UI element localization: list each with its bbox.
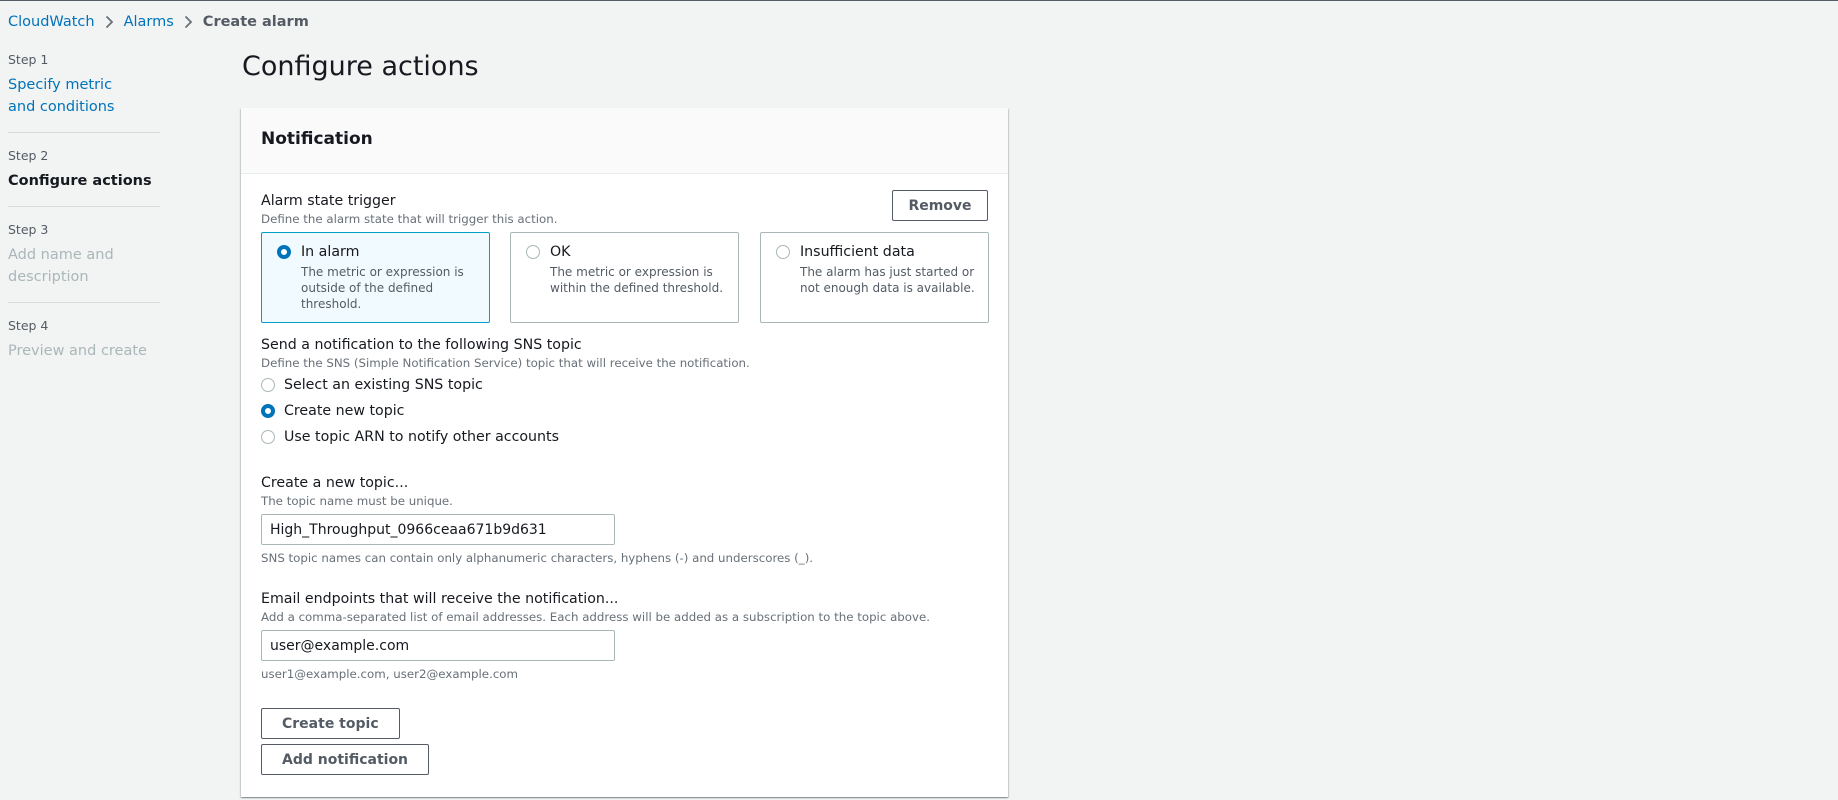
radio-unselected-icon[interactable] [776,245,790,259]
tile-description: The metric or expression is within the d… [550,265,724,295]
wizard-steps: Step 1 Specify metric and conditions Ste… [8,51,160,390]
tile-ok[interactable]: OK The metric or expression is within th… [510,232,739,323]
tile-label: Insufficient data [800,244,915,260]
email-endpoints-label: Email endpoints that will receive the no… [261,591,619,607]
step-add-name: Add name and description [8,247,114,285]
alarm-state-label: Alarm state trigger [261,193,396,209]
panel-header: Notification [241,108,1008,174]
tile-label: OK [550,244,571,260]
panel-title: Notification [261,129,373,149]
step-number: Step 4 [8,318,49,333]
wizard-step-4: Step 4 Preview and create [8,317,160,376]
breadcrumb-alarms[interactable]: Alarms [124,14,174,30]
radio-selected-icon[interactable] [277,245,291,259]
sns-topic-label: Send a notification to the following SNS… [261,337,582,353]
notification-panel: Notification Alarm state trigger Define … [241,108,1008,797]
radio-select-existing-topic[interactable]: Select an existing SNS topic [261,377,483,393]
remove-button[interactable]: Remove [892,190,988,221]
breadcrumb: CloudWatch Alarms Create alarm [8,14,309,30]
radio-label: Use topic ARN to notify other accounts [284,429,560,445]
wizard-step-3: Step 3 Add name and description [8,221,160,303]
create-topic-button[interactable]: Create topic [261,708,400,739]
tile-label: In alarm [301,244,360,260]
radio-unselected-icon[interactable] [261,430,275,444]
step-number: Step 3 [8,222,49,237]
email-endpoints-constraint: user1@example.com, user2@example.com [261,667,519,681]
tile-in-alarm[interactable]: In alarm The metric or expression is out… [261,232,490,323]
page-title: Configure actions [242,51,479,82]
tile-description: The metric or expression is outside of t… [301,265,464,311]
step-preview-create: Preview and create [8,343,147,359]
radio-unselected-icon[interactable] [261,378,275,392]
radio-selected-icon[interactable] [261,404,275,418]
tile-insufficient-data[interactable]: Insufficient data The alarm has just sta… [760,232,989,323]
add-notification-button[interactable]: Add notification [261,744,430,775]
chevron-right-icon [105,15,114,29]
tile-description: The alarm has just started or not enough… [800,265,975,295]
new-topic-description: The topic name must be unique. [261,494,453,508]
breadcrumb-cloudwatch[interactable]: CloudWatch [8,14,95,30]
chevron-right-icon [184,15,193,29]
email-endpoints-input[interactable] [261,630,615,661]
sns-topic-description: Define the SNS (Simple Notification Serv… [261,356,750,370]
breadcrumb-current: Create alarm [202,14,309,30]
radio-label: Create new topic [284,403,405,419]
topic-name-input[interactable] [261,514,615,545]
radio-unselected-icon[interactable] [526,245,540,259]
topic-name-constraint: SNS topic names can contain only alphanu… [261,551,814,565]
wizard-step-2: Step 2 Configure actions [8,147,160,207]
email-endpoints-description: Add a comma-separated list of email addr… [261,610,930,624]
step-current-configure-actions: Configure actions [8,173,152,189]
step-number: Step 2 [8,148,49,163]
alarm-state-description: Define the alarm state that will trigger… [261,212,558,226]
radio-label: Select an existing SNS topic [284,377,483,393]
step-number: Step 1 [8,52,49,67]
step-link-specify-metric[interactable]: Specify metric and conditions [8,74,118,118]
new-topic-label: Create a new topic... [261,475,409,491]
radio-create-new-topic[interactable]: Create new topic [261,403,404,419]
radio-use-topic-arn[interactable]: Use topic ARN to notify other accounts [261,429,559,445]
wizard-step-1: Step 1 Specify metric and conditions [8,51,160,133]
